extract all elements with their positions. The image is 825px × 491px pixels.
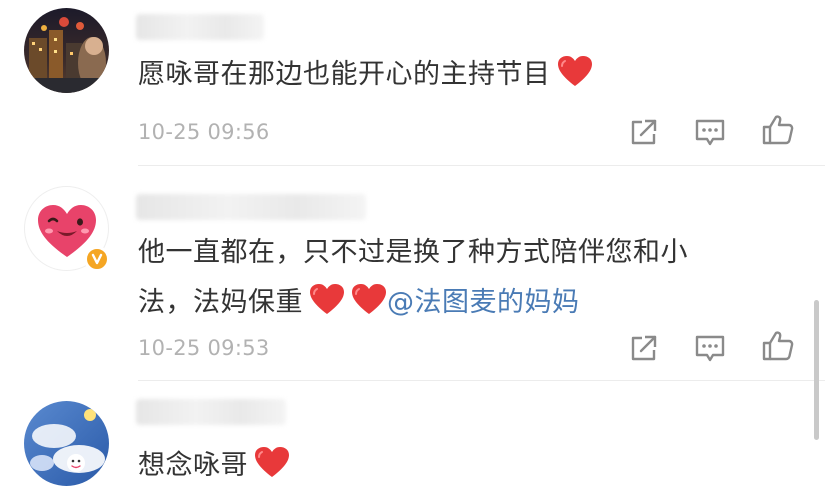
comment-icon[interactable] <box>692 114 728 150</box>
timestamp: 10-25 09:56 <box>138 120 270 144</box>
comment-icon[interactable] <box>692 330 728 366</box>
comment-text: 想念咏哥 <box>138 441 715 491</box>
username[interactable] <box>136 14 264 40</box>
username[interactable] <box>136 399 286 425</box>
comment-item: 愿咏哥在那边也能开心的主持节目 10-25 09:56 <box>0 0 825 166</box>
share-icon[interactable] <box>626 330 662 366</box>
timestamp: 10-25 09:53 <box>138 336 270 360</box>
thumbs-up-icon[interactable] <box>760 112 796 148</box>
comment-item: 他一直都在，只不过是换了种方式陪伴您和小 法，法妈保重 @法图麦的妈妈 10-25… <box>0 166 825 381</box>
heart-emoji-icon <box>557 55 593 87</box>
comment-text-content: 想念咏哥 <box>138 450 248 481</box>
comment-text-content: 愿咏哥在那边也能开心的主持节目 <box>138 59 551 90</box>
night-city-avatar-image <box>24 8 109 93</box>
comment-text-line: 他一直都在，只不过是换了种方式陪伴您和小 <box>138 237 688 268</box>
username[interactable] <box>136 194 366 220</box>
comment-text-content: 法，法妈保重 <box>138 287 303 318</box>
heart-emoji-icon <box>309 283 345 315</box>
cloud-sky-avatar-image <box>24 401 109 486</box>
heart-emoji-icon <box>254 446 290 478</box>
scrollbar[interactable] <box>814 300 819 440</box>
comment-text-line: 法，法妈保重 @法图麦的妈妈 <box>138 278 715 328</box>
avatar[interactable] <box>24 401 109 486</box>
heart-emoji-icon <box>351 283 387 315</box>
comment-text: 他一直都在，只不过是换了种方式陪伴您和小 法，法妈保重 @法图麦的妈妈 <box>138 228 715 328</box>
comment-item: 想念咏哥 <box>0 381 825 491</box>
verified-badge-icon <box>84 246 110 272</box>
mention-link[interactable]: @法图麦的妈妈 <box>387 287 580 318</box>
avatar[interactable] <box>24 8 109 93</box>
thumbs-up-icon[interactable] <box>760 328 796 364</box>
share-icon[interactable] <box>626 114 662 150</box>
comment-text: 愿咏哥在那边也能开心的主持节目 <box>138 50 715 100</box>
